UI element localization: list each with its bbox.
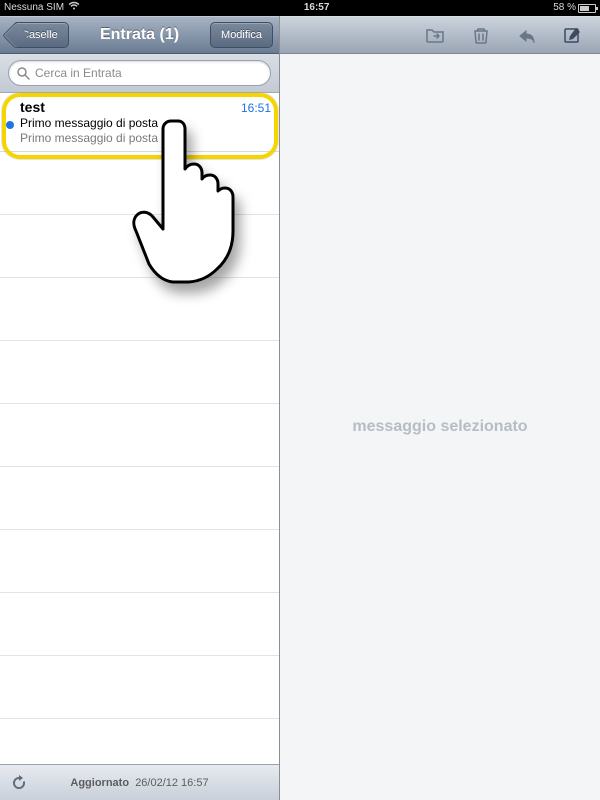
search-field[interactable] bbox=[8, 60, 271, 86]
mail-time: 16:51 bbox=[241, 101, 271, 115]
list-item bbox=[0, 278, 279, 341]
compose-icon[interactable] bbox=[556, 22, 590, 48]
mail-list[interactable]: test 16:51 Primo messaggio di posta Prim… bbox=[0, 93, 279, 764]
refresh-icon[interactable] bbox=[10, 774, 28, 792]
list-item bbox=[0, 215, 279, 278]
list-item bbox=[0, 593, 279, 656]
wifi-icon bbox=[68, 0, 80, 16]
edit-button[interactable]: Modifica bbox=[210, 22, 273, 48]
battery-icon bbox=[578, 4, 596, 13]
list-item bbox=[0, 341, 279, 404]
unread-dot-icon bbox=[6, 121, 14, 129]
content-pane: messaggio selezionato bbox=[280, 16, 600, 800]
sidebar-navbar: Caselle Entrata (1) Modifica bbox=[0, 16, 279, 54]
search-input[interactable] bbox=[35, 66, 262, 80]
trash-icon bbox=[464, 22, 498, 48]
search-icon bbox=[17, 67, 30, 80]
content-empty-state: messaggio selezionato bbox=[280, 54, 600, 800]
folder-move-icon bbox=[418, 22, 452, 48]
mail-preview: Primo messaggio di posta bbox=[20, 131, 271, 145]
mail-sender: test bbox=[20, 99, 45, 115]
search-bar bbox=[0, 54, 279, 93]
edit-button-label: Modifica bbox=[221, 29, 262, 41]
battery-percent: 58 % bbox=[553, 0, 576, 16]
empty-message-label: messaggio selezionato bbox=[352, 418, 527, 436]
footer-status-value: 26/02/12 16:57 bbox=[135, 777, 208, 789]
mail-subject: Primo messaggio di posta bbox=[20, 116, 271, 130]
mail-row[interactable]: test 16:51 Primo messaggio di posta Prim… bbox=[0, 93, 279, 152]
list-item bbox=[0, 530, 279, 593]
back-button-label: Caselle bbox=[21, 29, 58, 41]
back-button[interactable]: Caselle bbox=[14, 22, 69, 48]
content-toolbar bbox=[280, 16, 600, 54]
reply-icon bbox=[510, 22, 544, 48]
list-item bbox=[0, 656, 279, 719]
carrier-label: Nessuna SIM bbox=[4, 0, 64, 16]
status-bar: Nessuna SIM 16:57 58 % bbox=[0, 0, 600, 16]
sidebar-footer: Aggiornato 26/02/12 16:57 bbox=[0, 764, 279, 800]
footer-status-label: Aggiornato bbox=[70, 777, 129, 789]
list-item bbox=[0, 404, 279, 467]
status-time: 16:57 bbox=[80, 0, 553, 16]
list-item bbox=[0, 467, 279, 530]
list-item bbox=[0, 152, 279, 215]
mailbox-sidebar: Caselle Entrata (1) Modifica bbox=[0, 16, 280, 800]
